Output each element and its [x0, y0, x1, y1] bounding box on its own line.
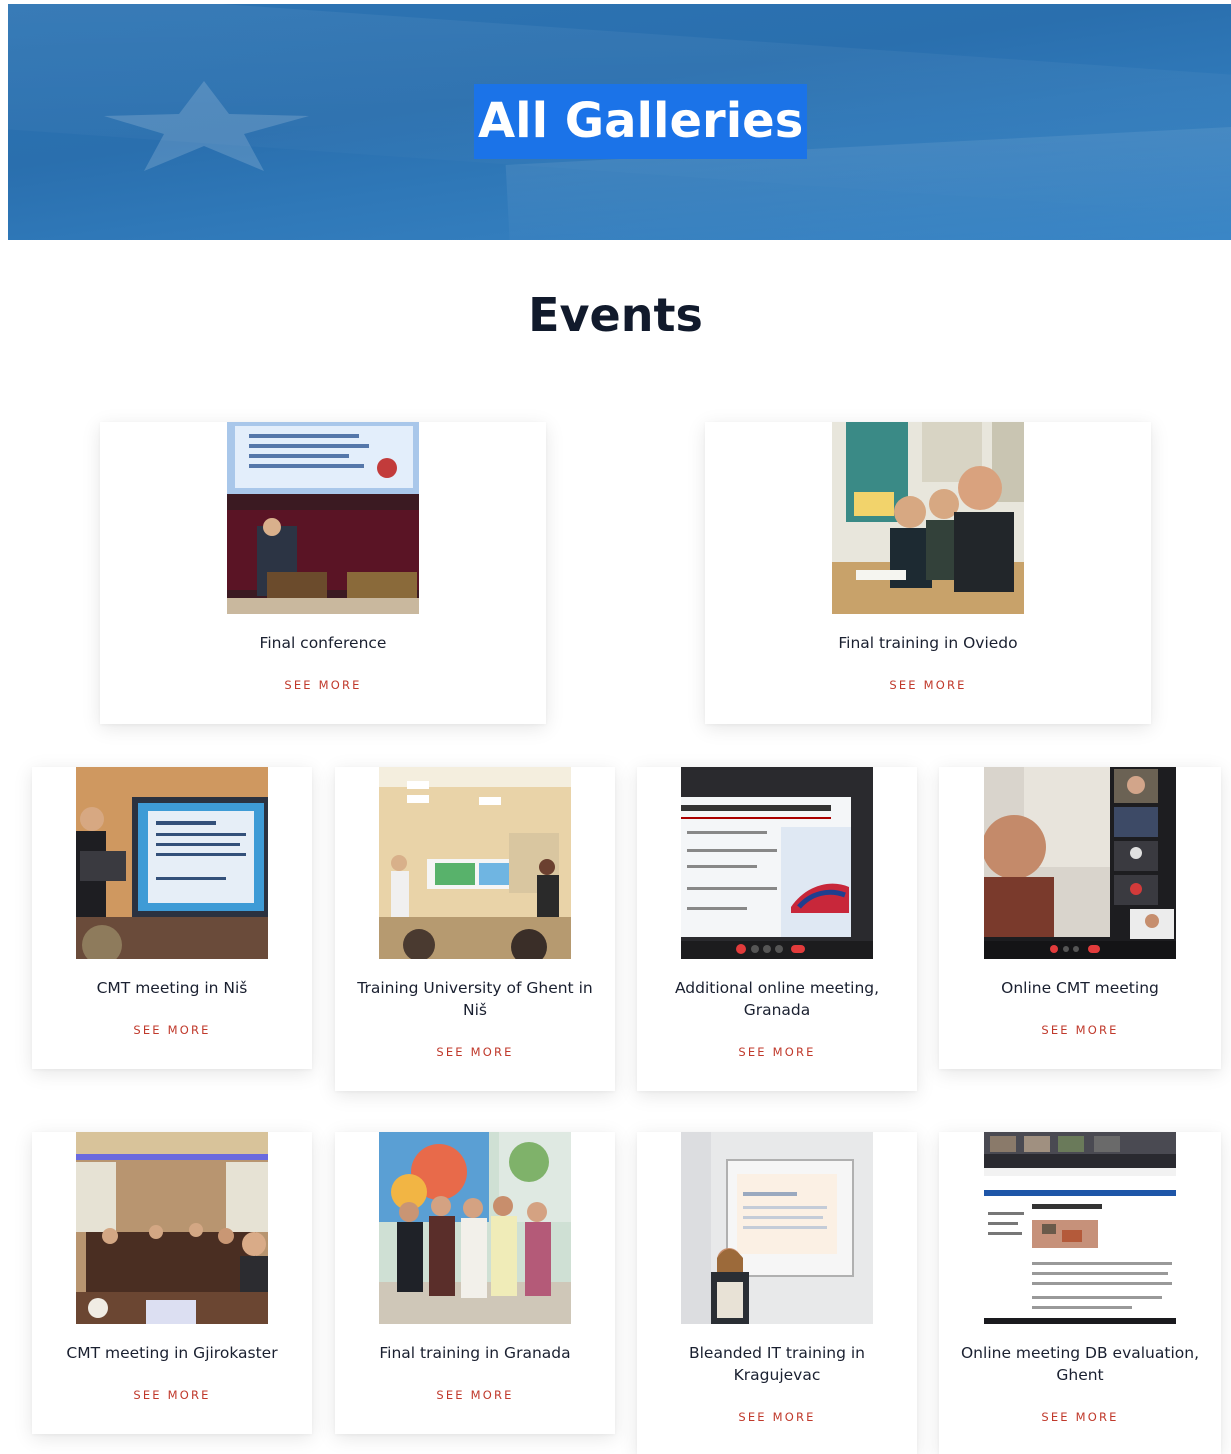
see-more-link[interactable]: SEE MORE — [335, 1388, 615, 1402]
gallery-title: Online meeting DB evaluation, Ghent — [960, 1344, 1200, 1384]
gallery-card[interactable]: Final conference SEE MORE — [100, 422, 546, 724]
page-title: All Galleries — [474, 84, 808, 159]
gallery-title: CMT meeting in Gjirokaster — [66, 1344, 278, 1362]
gallery-title: Bleanded IT training in Kragujevac — [688, 1344, 865, 1384]
gallery-card[interactable]: Online meeting DB evaluation, Ghent SEE … — [939, 1132, 1221, 1454]
hero-banner: All Galleries — [8, 4, 1231, 240]
gallery-card[interactable]: CMT meeting in Gjirokaster SEE MORE — [32, 1132, 312, 1434]
star-icon — [104, 81, 309, 171]
gallery-title: Final training in Granada — [379, 1344, 571, 1362]
see-more-link[interactable]: SEE MORE — [939, 1023, 1221, 1037]
gallery-card[interactable]: Training University of Ghent in Niš SEE … — [335, 767, 615, 1091]
gallery-title: Final conference — [259, 634, 387, 652]
gallery-card[interactable]: CMT meeting in Niš SEE MORE — [32, 767, 312, 1069]
gallery-title: CMT meeting in Niš — [96, 979, 248, 997]
gallery-thumbnail[interactable] — [984, 767, 1176, 959]
gallery-title: Training University of Ghent in Niš — [357, 979, 593, 1019]
gallery-card[interactable]: Final training in Granada SEE MORE — [335, 1132, 615, 1434]
gallery-thumbnail[interactable] — [76, 1132, 268, 1324]
gallery-thumbnail[interactable] — [227, 422, 419, 614]
see-more-link[interactable]: SEE MORE — [637, 1045, 917, 1059]
gallery-thumbnail[interactable] — [379, 1132, 571, 1324]
see-more-link[interactable]: SEE MORE — [100, 678, 546, 692]
see-more-link[interactable]: SEE MORE — [32, 1388, 312, 1402]
gallery-thumbnail[interactable] — [681, 767, 873, 959]
section-title: Events — [528, 288, 703, 342]
gallery-card[interactable]: Additional online meeting, Granada SEE M… — [637, 767, 917, 1091]
gallery-title: Final training in Oviedo — [838, 634, 1018, 652]
gallery-thumbnail[interactable] — [984, 1132, 1176, 1324]
gallery-title: Additional online meeting, Granada — [674, 979, 880, 1019]
gallery-thumbnail[interactable] — [832, 422, 1024, 614]
gallery-card[interactable]: Online CMT meeting SEE MORE — [939, 767, 1221, 1069]
see-more-link[interactable]: SEE MORE — [32, 1023, 312, 1037]
gallery-title: Online CMT meeting — [1001, 979, 1159, 997]
gallery-thumbnail[interactable] — [76, 767, 268, 959]
gallery-thumbnail[interactable] — [681, 1132, 873, 1324]
see-more-link[interactable]: SEE MORE — [637, 1410, 917, 1424]
gallery-thumbnail[interactable] — [379, 767, 571, 959]
see-more-link[interactable]: SEE MORE — [939, 1410, 1221, 1424]
gallery-card[interactable]: Bleanded IT training in Kragujevac SEE M… — [637, 1132, 917, 1454]
see-more-link[interactable]: SEE MORE — [705, 678, 1151, 692]
see-more-link[interactable]: SEE MORE — [335, 1045, 615, 1059]
gallery-card[interactable]: Final training in Oviedo SEE MORE — [705, 422, 1151, 724]
